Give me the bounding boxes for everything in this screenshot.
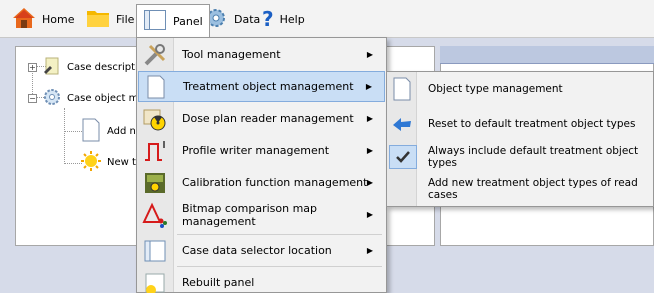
submenu-item-always-include-default[interactable]: Always include default treatment object …: [388, 141, 652, 173]
document-icon: [80, 117, 102, 146]
submenu-arrow-icon: ▶: [366, 210, 373, 219]
delta-icon: [138, 202, 172, 228]
submenu-arrow-icon: ▶: [366, 146, 373, 155]
menu-item-label: Dose plan reader management: [182, 112, 354, 125]
submenu-item-reset-default[interactable]: Reset to default treatment object types: [388, 108, 652, 140]
submenu-arrow-icon: ▶: [366, 178, 373, 187]
menu-item-label: Rebuilt panel: [182, 276, 255, 289]
menu-panel-label: Panel: [173, 15, 203, 28]
radiation-icon: [138, 106, 172, 132]
question-icon: ?: [262, 7, 274, 31]
menu-item-tool-management[interactable]: Tool management ▶: [138, 39, 385, 70]
collapse-icon[interactable]: −: [28, 94, 37, 103]
menu-item-treatment-object-management[interactable]: Treatment object management ▶: [138, 71, 385, 102]
home-icon: [12, 7, 36, 32]
sun-icon: [80, 150, 102, 175]
tree-node-label: Case object ma: [67, 93, 145, 104]
tree-node-case-description[interactable]: + Case descripti: [28, 56, 138, 79]
menu-bar: Home File Panel Data ? Help: [0, 0, 654, 38]
checkmark-icon: [389, 145, 417, 169]
menu-item-case-data-selector[interactable]: Case data selector location ▶: [138, 235, 385, 266]
submenu-arrow-icon: ▶: [366, 114, 373, 123]
menu-item-rebuilt-panel[interactable]: Rebuilt panel: [138, 267, 385, 293]
pulse-icon: [138, 138, 172, 164]
menu-item-label: Tool management: [182, 48, 281, 61]
panel-icon: [138, 238, 172, 264]
menu-panel[interactable]: Panel: [136, 4, 210, 38]
menu-item-label: Case data selector location: [182, 244, 332, 257]
document-icon: [388, 76, 416, 102]
panel-icon: [143, 9, 167, 34]
expand-icon[interactable]: +: [28, 63, 37, 72]
menu-item-label: Bitmap comparison map management: [182, 201, 318, 228]
menu-file[interactable]: File: [80, 4, 140, 34]
menu-help[interactable]: ? Help: [256, 4, 311, 34]
document-tools-icon: [42, 56, 62, 79]
submenu-item-label: Reset to default treatment object types: [428, 118, 636, 130]
tools-icon: [138, 42, 172, 68]
menu-home[interactable]: Home: [6, 4, 80, 34]
document-icon: [139, 74, 173, 100]
menu-home-label: Home: [42, 12, 75, 26]
submenu-arrow-icon: ▶: [366, 50, 373, 59]
right-pane-header: [440, 46, 654, 64]
submenu-item-add-new-types[interactable]: Add new treatment object types of read c…: [388, 173, 652, 205]
menu-item-profile-writer[interactable]: Profile writer management ▶: [138, 135, 385, 166]
menu-file-label: File: [116, 12, 135, 26]
menu-item-label: Profile writer management: [182, 144, 330, 157]
calibration-icon: [138, 170, 172, 196]
menu-help-label: Help: [279, 12, 305, 26]
submenu-arrow-icon: ▶: [366, 246, 373, 255]
menu-item-dose-plan-reader[interactable]: Dose plan reader management ▶: [138, 103, 385, 134]
panel-menu: Tool management ▶ Treatment object manag…: [136, 37, 387, 293]
menu-item-label: Treatment object management: [183, 80, 354, 93]
menu-item-bitmap-comparison[interactable]: Bitmap comparison map management ▶: [138, 199, 385, 230]
tree-node-label: Case descripti: [67, 62, 138, 73]
sun-icon: [138, 270, 172, 293]
tree-node-case-object[interactable]: − Case object ma: [28, 87, 145, 110]
tree-line: [64, 108, 65, 164]
gear-icon: [42, 87, 62, 110]
back-arrow-icon: [388, 115, 416, 133]
folder-icon: [86, 8, 110, 31]
submenu-arrow-icon: ▶: [365, 82, 372, 91]
menu-item-calibration-function[interactable]: Calibration function management ▶: [138, 167, 385, 198]
menu-item-label: Calibration function management: [182, 176, 368, 189]
submenu-item-label: Always include default treatment object …: [428, 145, 639, 169]
submenu-item-object-type-management[interactable]: Object type management: [388, 73, 652, 105]
submenu-item-label: Add new treatment object types of read c…: [428, 177, 638, 201]
submenu-item-label: Object type management: [428, 83, 563, 95]
treatment-object-submenu: Object type management Reset to default …: [386, 71, 654, 207]
